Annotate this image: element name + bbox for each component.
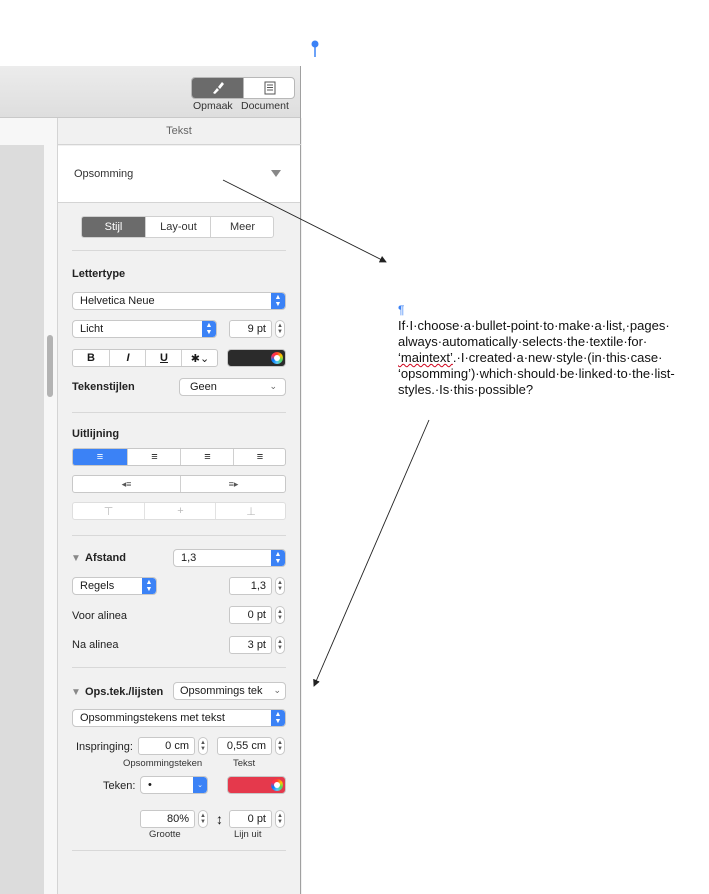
annotation-note: ¶ If·I·choose·a·bullet-point·to·make·a·l… xyxy=(398,302,702,398)
note-line: ‘opsomming’)·which·should·be·linked·to·t… xyxy=(398,366,675,381)
arrow-to-list-style xyxy=(313,419,430,687)
note-line: always·automatically·selects·the·textile… xyxy=(398,334,648,349)
arrow-to-style-picker xyxy=(222,179,387,263)
annotation-arrows xyxy=(222,179,430,687)
note-line: styles.·Is·this·possible? xyxy=(398,382,534,397)
misspelled-word: ‘maintext’ xyxy=(398,350,453,365)
pilcrow-icon: ¶ xyxy=(398,303,405,317)
note-line: If·I·choose·a·bullet-point·to·make·a·lis… xyxy=(398,318,670,333)
note-line-rest: .·I·created·a·new·style·(in·this·case· xyxy=(452,350,663,365)
note-line: ‘maintext’.·I·created·a·new·style·(in·th… xyxy=(398,350,702,366)
